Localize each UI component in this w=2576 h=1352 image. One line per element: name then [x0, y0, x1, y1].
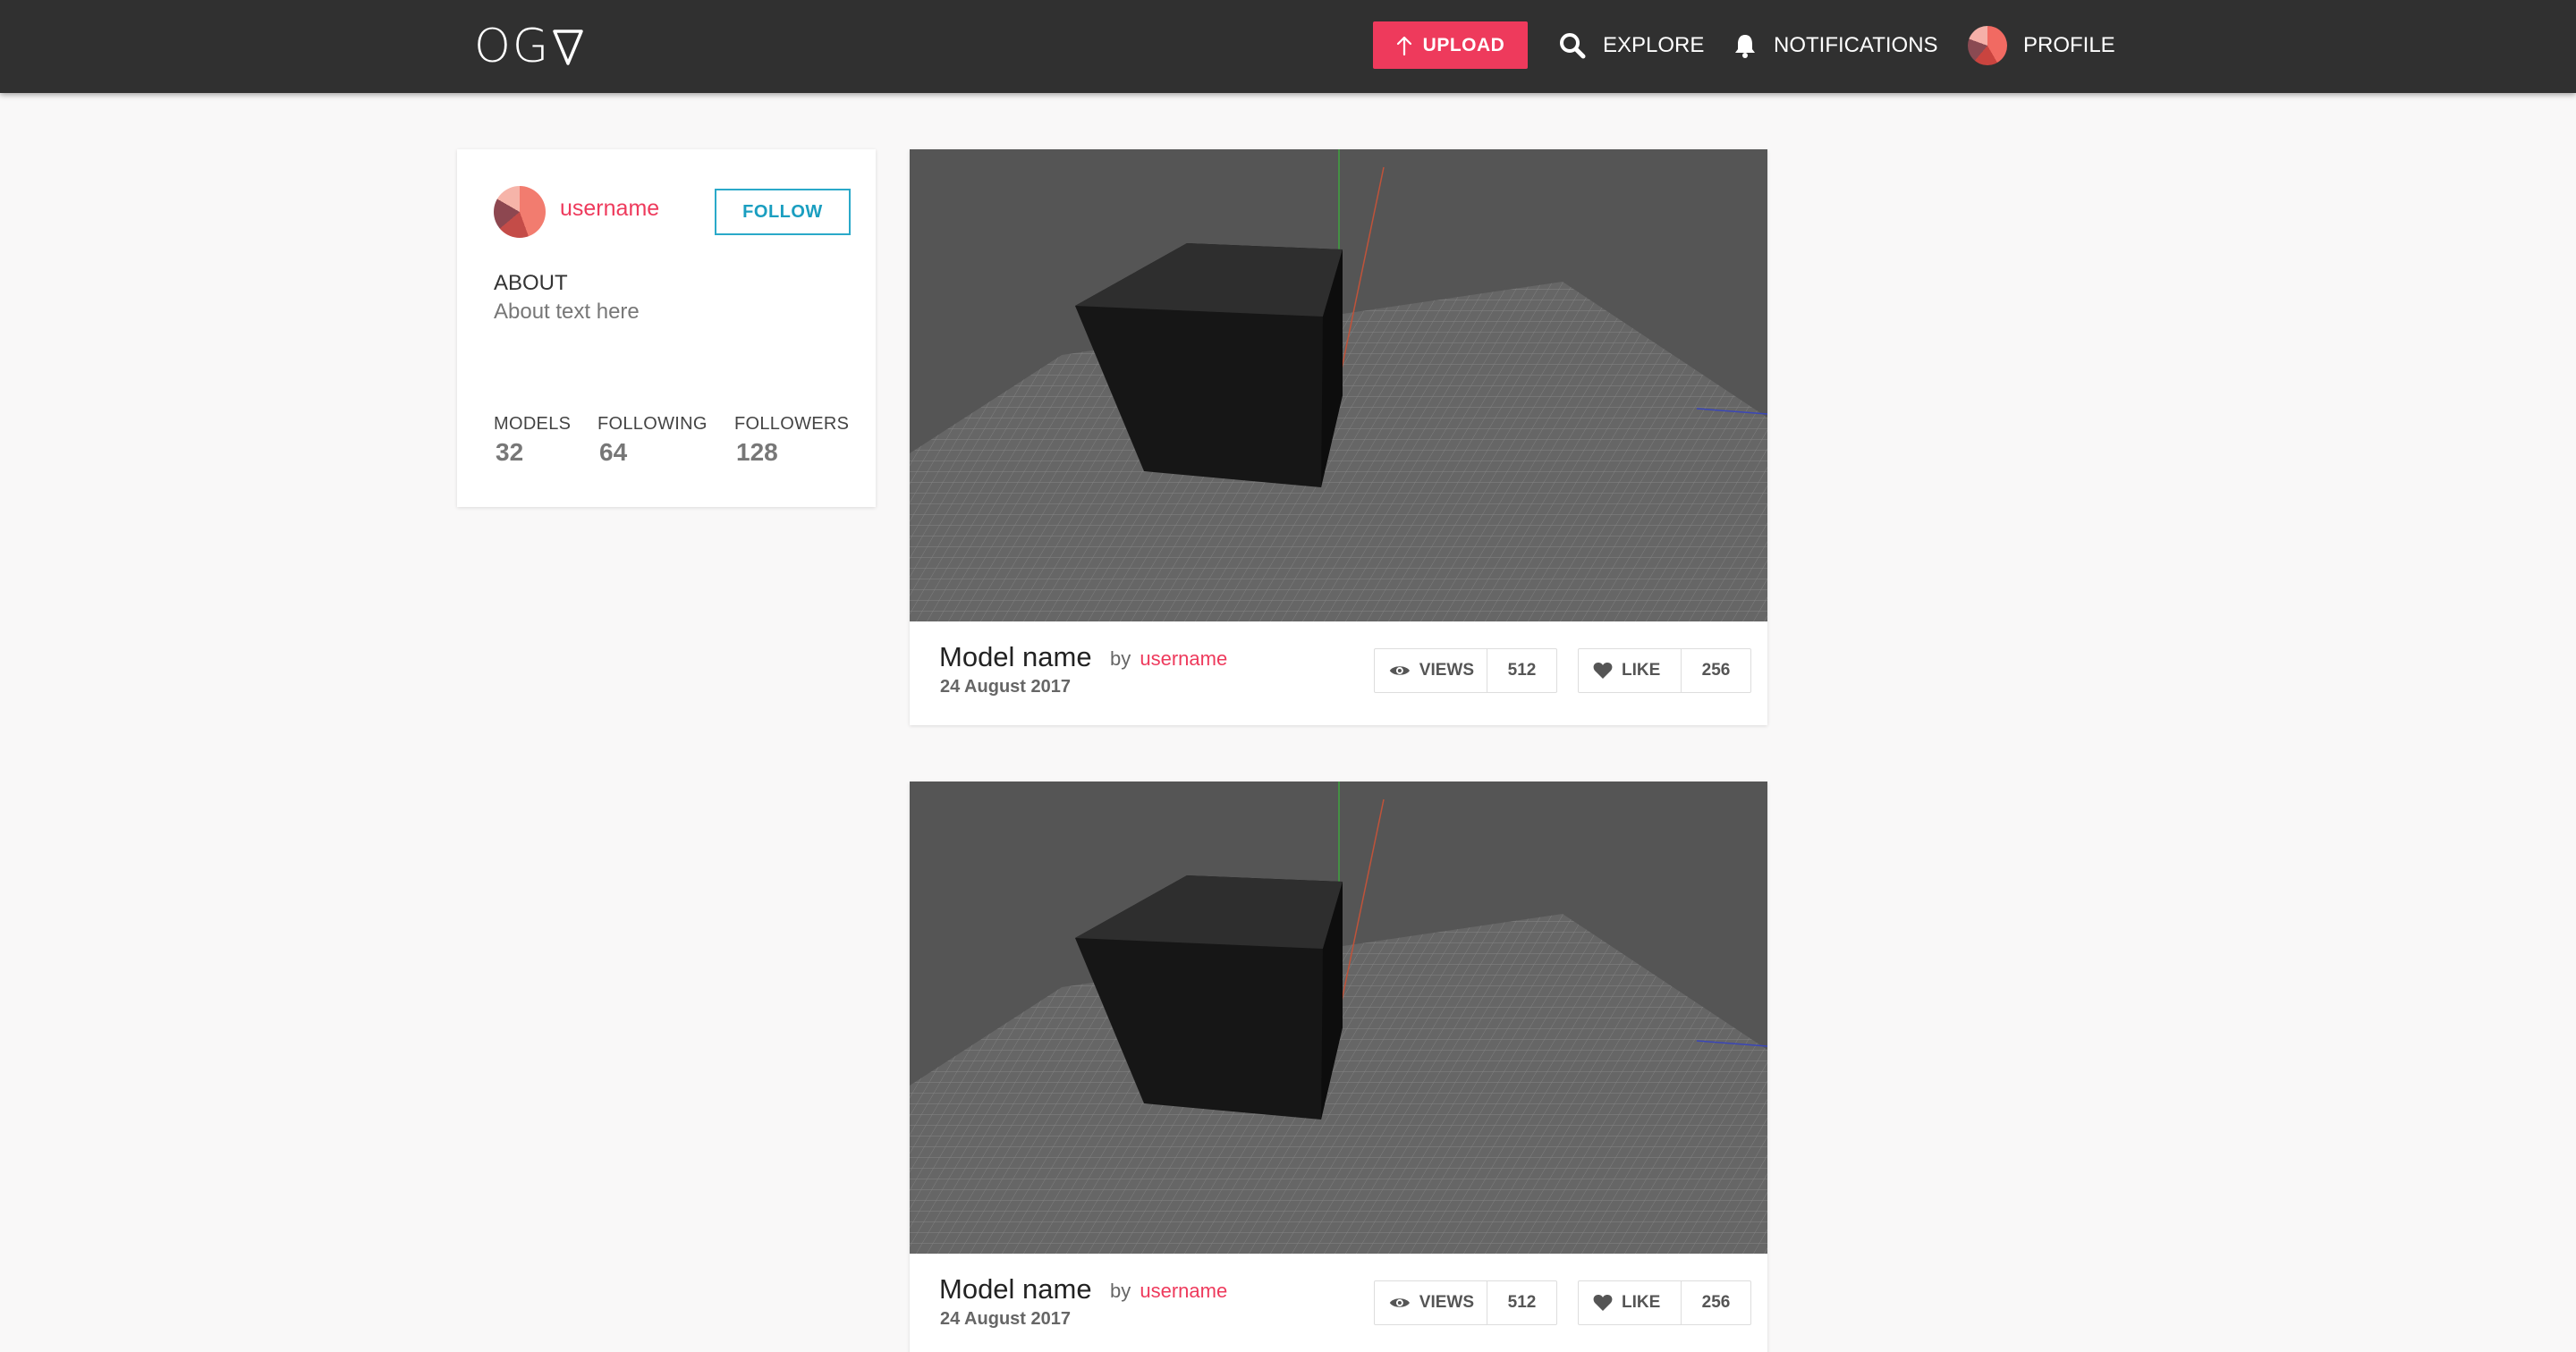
upload-arrow-icon [1396, 36, 1411, 55]
profile-card: username FOLLOW ABOUT About text here MO… [457, 149, 876, 507]
model-preview-render [910, 149, 1767, 621]
stat-models-label: MODELS [494, 414, 572, 434]
like-count: 256 [1701, 661, 1731, 680]
model-card: Model name by username 24 August 2017 VI… [910, 149, 1767, 725]
model-author: by username [1110, 647, 1227, 671]
views-counter: VIEWS 512 [1374, 648, 1557, 693]
bell-icon [1733, 32, 1758, 59]
stat-followers-label: FOLLOWERS [734, 414, 850, 434]
like-count: 256 [1701, 1293, 1731, 1312]
model-title[interactable]: Model name [939, 641, 1092, 673]
views-count: 512 [1507, 1293, 1537, 1312]
site-logo[interactable]: OG [474, 18, 584, 75]
like-label: LIKE [1622, 1293, 1661, 1312]
nav-profile-label: PROFILE [2023, 32, 2115, 57]
search-icon [1558, 31, 1587, 60]
nav-profile[interactable]: PROFILE [1968, 21, 2115, 69]
model-date: 24 August 2017 [940, 677, 1071, 697]
stat-following-value: 64 [599, 438, 628, 466]
follow-button[interactable]: FOLLOW [715, 189, 851, 235]
nav-notifications-label: NOTIFICATIONS [1774, 32, 1938, 57]
top-navigation-bar: OG UPLOAD EXPLORE NOTIFICATIONS PROFILE [0, 0, 2576, 93]
like-button[interactable]: LIKE 256 [1578, 648, 1751, 693]
model-card: Model name by username 24 August 2017 VI… [910, 782, 1767, 1352]
profile-username-link[interactable]: username [560, 196, 659, 222]
views-count: 512 [1507, 661, 1537, 680]
views-label: VIEWS [1419, 661, 1474, 680]
about-text: About text here [494, 300, 640, 324]
model-author: by username [1110, 1280, 1227, 1303]
stat-followers-value: 128 [736, 438, 778, 466]
heart-icon [1593, 1295, 1613, 1311]
model-3d-viewport[interactable] [910, 782, 1767, 1254]
heart-icon [1593, 663, 1613, 679]
nav-notifications[interactable]: NOTIFICATIONS [1733, 21, 1938, 69]
about-heading: ABOUT [494, 271, 568, 295]
model-by-label: by [1110, 647, 1131, 670]
user-avatar[interactable] [494, 186, 546, 238]
model-preview-render [910, 782, 1767, 1254]
logo-triangle-icon [553, 30, 583, 65]
like-label: LIKE [1622, 661, 1661, 680]
model-3d-viewport[interactable] [910, 149, 1767, 621]
eye-icon [1389, 1298, 1410, 1307]
like-button[interactable]: LIKE 256 [1578, 1280, 1751, 1325]
upload-label: UPLOAD [1422, 34, 1505, 55]
model-author-link[interactable]: username [1140, 647, 1227, 670]
logo-text: OG [474, 20, 551, 73]
views-counter: VIEWS 512 [1374, 1280, 1557, 1325]
upload-button[interactable]: UPLOAD [1373, 21, 1528, 69]
nav-explore[interactable]: EXPLORE [1558, 21, 1704, 69]
profile-avatar [1968, 25, 2007, 65]
stat-followers[interactable]: FOLLOWERS 128 [734, 414, 849, 467]
nav-explore-label: EXPLORE [1603, 32, 1705, 57]
eye-icon [1389, 666, 1410, 675]
views-label: VIEWS [1419, 1293, 1474, 1312]
stat-following-label: FOLLOWING [597, 414, 708, 434]
stat-models[interactable]: MODELS 32 [494, 414, 571, 467]
model-by-label: by [1110, 1280, 1131, 1302]
model-title[interactable]: Model name [939, 1273, 1092, 1306]
stat-following[interactable]: FOLLOWING 64 [597, 414, 708, 467]
model-author-link[interactable]: username [1140, 1280, 1227, 1302]
model-date: 24 August 2017 [940, 1309, 1071, 1329]
stat-models-value: 32 [496, 438, 524, 466]
